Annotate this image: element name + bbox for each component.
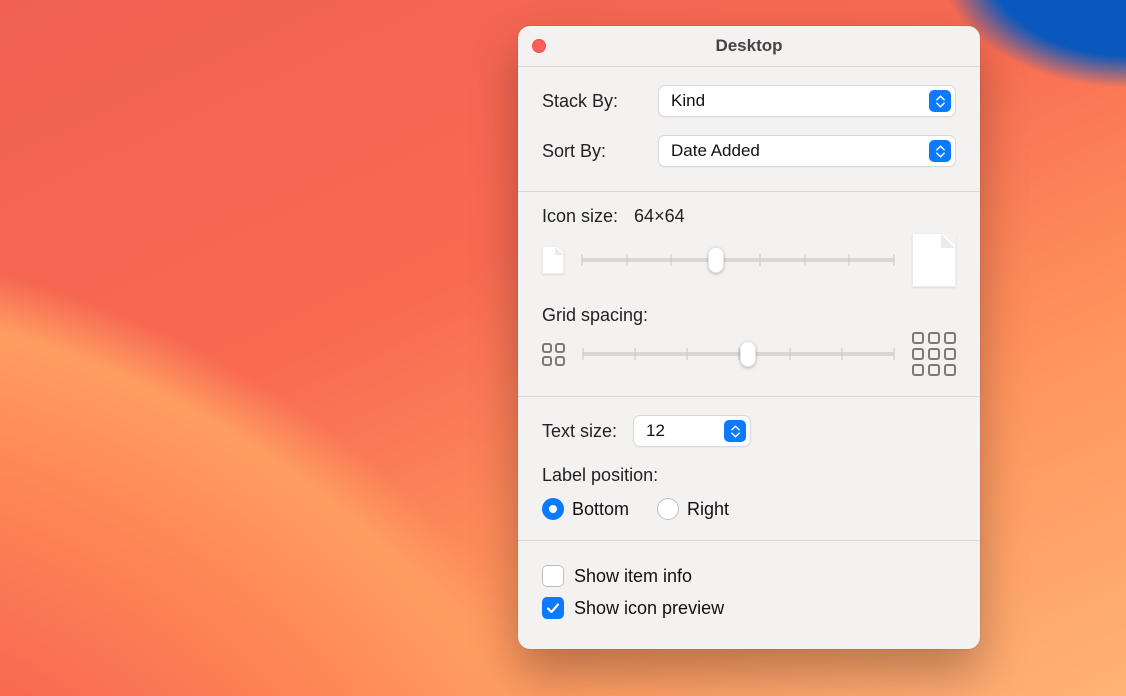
document-small-icon: [542, 246, 564, 274]
show-item-info-checkbox[interactable]: Show item info: [542, 565, 956, 587]
label-position-label: Label position:: [542, 465, 956, 486]
icon-size-value: 64×64: [634, 206, 685, 227]
grid-spacing-label: Grid spacing:: [542, 305, 956, 326]
chevron-updown-icon: [929, 140, 951, 162]
grid-spacing-slider[interactable]: [583, 342, 894, 366]
section-options: Show item info Show icon preview: [518, 540, 980, 649]
stack-by-select[interactable]: Kind: [658, 85, 956, 117]
label-position-right[interactable]: Right: [657, 498, 729, 520]
window-title: Desktop: [715, 36, 782, 56]
text-size-select[interactable]: 12: [633, 415, 751, 447]
grid-small-icon: [542, 343, 565, 366]
section-text: Text size: 12 Label position: Bottom: [518, 396, 980, 540]
text-size-value: 12: [646, 421, 665, 441]
desktop-view-options-window: Desktop Stack By: Kind Sort By: Date Add…: [518, 26, 980, 649]
chevron-updown-icon: [929, 90, 951, 112]
close-button[interactable]: [532, 39, 546, 53]
sort-by-label: Sort By:: [542, 141, 642, 162]
label-position-bottom[interactable]: Bottom: [542, 498, 629, 520]
text-size-label: Text size:: [542, 421, 617, 442]
section-sorting: Stack By: Kind Sort By: Date Added: [518, 66, 980, 191]
grid-large-icon: [912, 332, 956, 376]
icon-size-slider[interactable]: [582, 248, 894, 272]
icon-size-label: Icon size:: [542, 206, 618, 227]
chevron-updown-icon: [724, 420, 746, 442]
stack-by-label: Stack By:: [542, 91, 642, 112]
sort-by-select[interactable]: Date Added: [658, 135, 956, 167]
stack-by-value: Kind: [671, 91, 705, 111]
sort-by-value: Date Added: [671, 141, 760, 161]
titlebar: Desktop: [518, 26, 980, 66]
desktop-background: Desktop Stack By: Kind Sort By: Date Add…: [0, 0, 1126, 696]
document-large-icon: [912, 233, 956, 287]
show-icon-preview-checkbox[interactable]: Show icon preview: [542, 597, 956, 619]
section-sizes: Icon size: 64×64 Grid spacing:: [518, 191, 980, 396]
